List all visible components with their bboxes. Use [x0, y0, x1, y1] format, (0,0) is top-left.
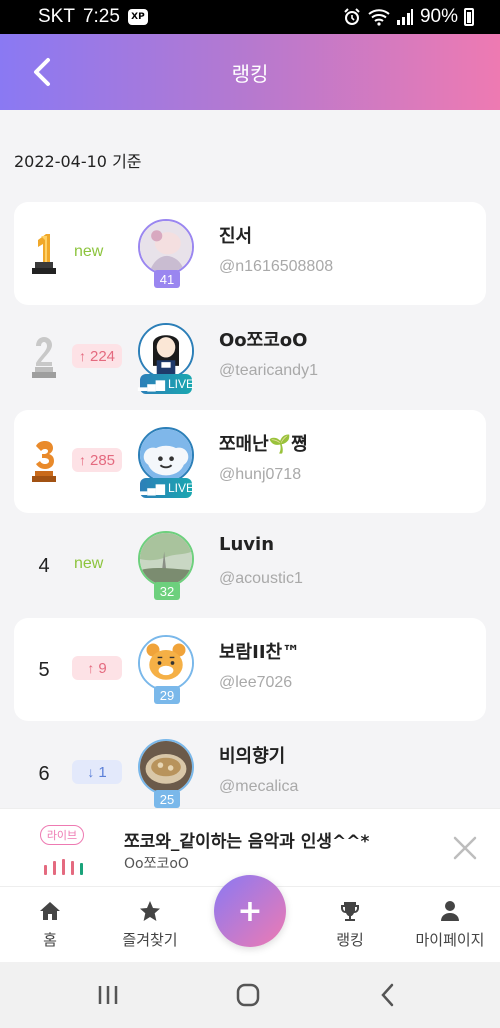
alarm-icon — [344, 8, 360, 25]
nav-mypage-label: 마이페이지 — [415, 931, 485, 949]
user-name: 비의향기 — [219, 746, 286, 767]
home-circle-icon — [236, 983, 260, 1007]
plus-icon: + — [237, 893, 263, 929]
back-arrow-icon — [381, 983, 394, 1007]
ranking-row[interactable]: 5 ↑ 9 29 보람II찬™ @lee7026 — [14, 618, 486, 721]
user-handle: @n1616508808 — [219, 258, 334, 275]
level-badge: 29 — [154, 686, 180, 704]
nav-favorites-label: 즐겨찾기 — [122, 931, 178, 949]
recent-apps-icon — [98, 986, 118, 1004]
arrow-up-icon: ↑ — [78, 452, 86, 468]
nav-favorites[interactable]: 즐겨찾기 — [100, 899, 200, 950]
arrow-down-icon: ↓ — [87, 764, 95, 780]
wifi-icon — [368, 9, 390, 26]
level-badge: 41 — [154, 270, 180, 288]
live-badge: ▂▄▆ LIVE — [138, 478, 194, 498]
close-icon — [453, 836, 477, 860]
clock: 7:25 — [82, 6, 120, 27]
user-handle: @mecalica — [219, 778, 299, 795]
system-back-button[interactable] — [373, 980, 403, 1010]
trophy-icon — [341, 902, 359, 921]
avatar[interactable] — [138, 739, 194, 795]
ranking-row[interactable]: new 41 진서 @n1616508808 — [14, 202, 486, 305]
user-name: Oo쪼코oO — [219, 330, 308, 351]
equalizer-icon — [44, 857, 84, 875]
system-nav-bar — [0, 962, 500, 1028]
back-button[interactable] — [24, 54, 60, 90]
status-bar: SKT 7:25 XP 90% — [0, 0, 500, 34]
broadcast-host: Oo쪼코oO — [124, 856, 189, 872]
app-notification-icon: XP — [127, 9, 148, 25]
rank-change-badge: ↑ 224 — [72, 344, 122, 368]
rank-change-badge: ↑ 9 — [72, 656, 122, 680]
avatar[interactable] — [138, 219, 194, 275]
rank-number: 6 — [38, 762, 50, 785]
level-badge: 32 — [154, 582, 180, 600]
user-handle: @acoustic1 — [219, 570, 303, 587]
ranking-date: 2022-04-10 기준 — [14, 152, 142, 171]
live-pill: 라이브 — [40, 825, 84, 845]
home-system-button[interactable] — [233, 980, 263, 1010]
user-name: 쪼매난🌱쪙 — [219, 434, 308, 455]
nav-home-label: 홈 — [43, 931, 57, 949]
rank-change-badge: new — [74, 555, 104, 572]
ranking-row[interactable]: 4 new 32 Luvin @acoustic1 — [14, 514, 486, 617]
nav-ranking-label: 랭킹 — [336, 931, 364, 949]
carrier-label: SKT — [38, 6, 75, 27]
nav-mypage[interactable]: 마이페이지 — [400, 899, 500, 950]
gold-trophy-icon — [24, 230, 64, 278]
bottom-nav: 홈 즐겨찾기 + 랭킹 마이페이지 — [0, 875, 500, 962]
equalizer-icon: ▂▄▆ — [138, 377, 165, 391]
ranking-row[interactable]: ↑ 285 ▂▄▆ LIVE 쪼매난🌱쪙 @hunj0718 — [14, 410, 486, 513]
broadcast-title: 쪼코와_같이하는 음악과 인생^^* — [124, 832, 370, 852]
level-badge: 25 — [154, 790, 180, 808]
page-title: 랭킹 — [231, 61, 269, 86]
create-broadcast-button[interactable]: + — [214, 875, 286, 947]
person-icon — [441, 901, 459, 921]
user-handle: @tearicandy1 — [219, 362, 318, 379]
user-handle: @lee7026 — [219, 674, 293, 691]
user-name: Luvin — [219, 534, 275, 555]
battery-icon — [464, 8, 474, 26]
avatar[interactable] — [138, 635, 194, 691]
user-handle: @hunj0718 — [219, 466, 302, 483]
home-icon — [40, 902, 60, 920]
ranking-row[interactable]: ↑ 224 ▂▄▆ LIVE Oo쪼코oO @tearicandy1 — [14, 306, 486, 409]
nav-home[interactable]: 홈 — [0, 899, 100, 950]
rank-number: 5 — [38, 658, 50, 681]
avatar[interactable] — [138, 531, 194, 587]
equalizer-icon: ▂▄▆ — [138, 481, 165, 495]
user-name: 보람II찬™ — [219, 642, 301, 663]
recent-apps-button[interactable] — [93, 980, 123, 1010]
arrow-up-icon: ↑ — [87, 660, 95, 676]
rank-change-badge: ↓ 1 — [72, 760, 122, 784]
chevron-left-icon — [34, 58, 50, 86]
user-name: 진서 — [219, 226, 253, 247]
silver-trophy-icon — [24, 334, 64, 382]
live-badge: ▂▄▆ LIVE — [138, 374, 194, 394]
rank-number: 4 — [38, 554, 50, 577]
arrow-up-icon: ↑ — [78, 348, 86, 364]
avatar[interactable] — [138, 427, 194, 483]
battery-percent: 90% — [419, 6, 458, 27]
star-icon — [140, 901, 160, 921]
status-icons: 90% — [342, 6, 474, 28]
avatar[interactable] — [138, 323, 194, 379]
rank-change-badge: ↑ 285 — [72, 448, 122, 472]
bronze-trophy-icon — [24, 438, 64, 486]
close-button[interactable] — [450, 833, 480, 863]
rank-change-badge: new — [74, 243, 104, 260]
nav-ranking[interactable]: 랭킹 — [300, 899, 400, 950]
app-header: 랭킹 — [0, 34, 500, 110]
signal-icon — [396, 9, 413, 25]
